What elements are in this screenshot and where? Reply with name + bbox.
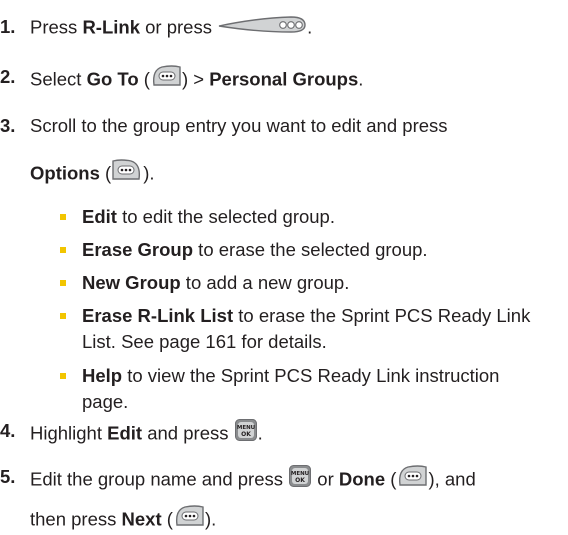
bullet-square-icon (60, 247, 66, 253)
bullet-square-icon (60, 214, 66, 220)
option-label: Erase R-Link List (82, 305, 234, 326)
option-text: Help to view the Sprint PCS Ready Link i… (82, 365, 560, 387)
option-label: New Group (82, 272, 181, 293)
instruction-page: 1. Press R-Link or press . 2. Select Go … (0, 0, 568, 529)
bullet-square-icon (60, 280, 66, 286)
step-number: 5. (0, 466, 16, 487)
right-softkey-icon (111, 158, 143, 187)
option-text: Edit to edit the selected group. (82, 206, 560, 228)
step-key-label: Options (30, 162, 100, 184)
step-menu-label: Personal Groups (209, 68, 359, 90)
step-text-part: . (358, 68, 364, 90)
bullet-square-icon (60, 313, 66, 319)
step-text-part: then press (30, 508, 122, 530)
option-label: Help (82, 365, 123, 386)
step-key-label: Go To (86, 68, 139, 90)
step-text: Scroll to the group entry you want to ed… (30, 115, 448, 136)
step-text: Edit the group name and press MENU OK or … (30, 464, 568, 495)
option-desc: to erase the selected group. (193, 239, 428, 260)
option-label: Erase Group (82, 239, 194, 260)
step-text-part: ), and (428, 468, 476, 490)
step-number: 3. (0, 115, 16, 136)
bullet-square-icon (60, 373, 66, 379)
step-text-part: ( (138, 68, 150, 90)
option-desc-continued: page. (82, 391, 129, 412)
step-text-part: Highlight (30, 422, 108, 444)
step-text-part: and press (142, 422, 234, 444)
left-softkey-icon (150, 64, 182, 93)
step-key-label: Edit (107, 422, 143, 444)
step-key-label: Done (338, 468, 386, 490)
step-text: Press R-Link or press . (30, 16, 568, 41)
option-desc: to edit the selected group. (116, 206, 335, 227)
step-key-label: R-Link (82, 16, 140, 38)
option-desc: to view the Sprint PCS Ready Link instru… (122, 365, 500, 386)
step-text: Highlight Edit and press MENU OK. (30, 418, 568, 449)
step-number: 4. (0, 420, 16, 441)
menu-ok-icon: MENU OK (288, 464, 312, 493)
step-text-part: ( (385, 468, 397, 490)
step-text-part: ( (99, 162, 112, 184)
step-text-part: . (307, 16, 313, 38)
step-text-part: ). (204, 508, 217, 530)
step-text-part: ( (161, 508, 173, 530)
step-text-part: ) > (181, 68, 210, 90)
step-text-part: or press (140, 16, 218, 38)
step-text-part: ). (143, 162, 155, 184)
step-text-part: or (312, 468, 339, 490)
step-number: 2. (0, 66, 16, 87)
svg-text:OK: OK (241, 431, 251, 438)
step-text-continued: Options (). (30, 158, 155, 189)
step-key-label: Next (121, 508, 162, 530)
option-text: Erase Group to erase the selected group. (82, 239, 560, 261)
option-desc: to erase the Sprint PCS Ready Link (233, 305, 531, 326)
step-text-part: . (257, 422, 263, 444)
step-text-continued: then press Next (). (30, 504, 217, 535)
svg-text:OK: OK (295, 477, 305, 484)
option-desc-continued: List. See page 161 for details. (82, 331, 327, 352)
step-text-part: Select (30, 68, 87, 90)
step-text-part: Press (30, 16, 83, 38)
left-softkey-icon (173, 504, 205, 533)
left-softkey-icon (396, 464, 428, 493)
option-label: Edit (82, 206, 117, 227)
menu-ok-icon: MENU OK (234, 418, 258, 447)
step-number: 1. (0, 16, 16, 37)
step-text-part: Edit the group name and press (30, 468, 289, 490)
option-text: New Group to add a new group. (82, 272, 560, 294)
option-desc: to add a new group. (180, 272, 350, 293)
step-text: Select Go To ( ) > Personal Groups. (30, 64, 568, 95)
side-key-icon (217, 14, 307, 39)
option-text: Erase R-Link List to erase the Sprint PC… (82, 305, 560, 327)
